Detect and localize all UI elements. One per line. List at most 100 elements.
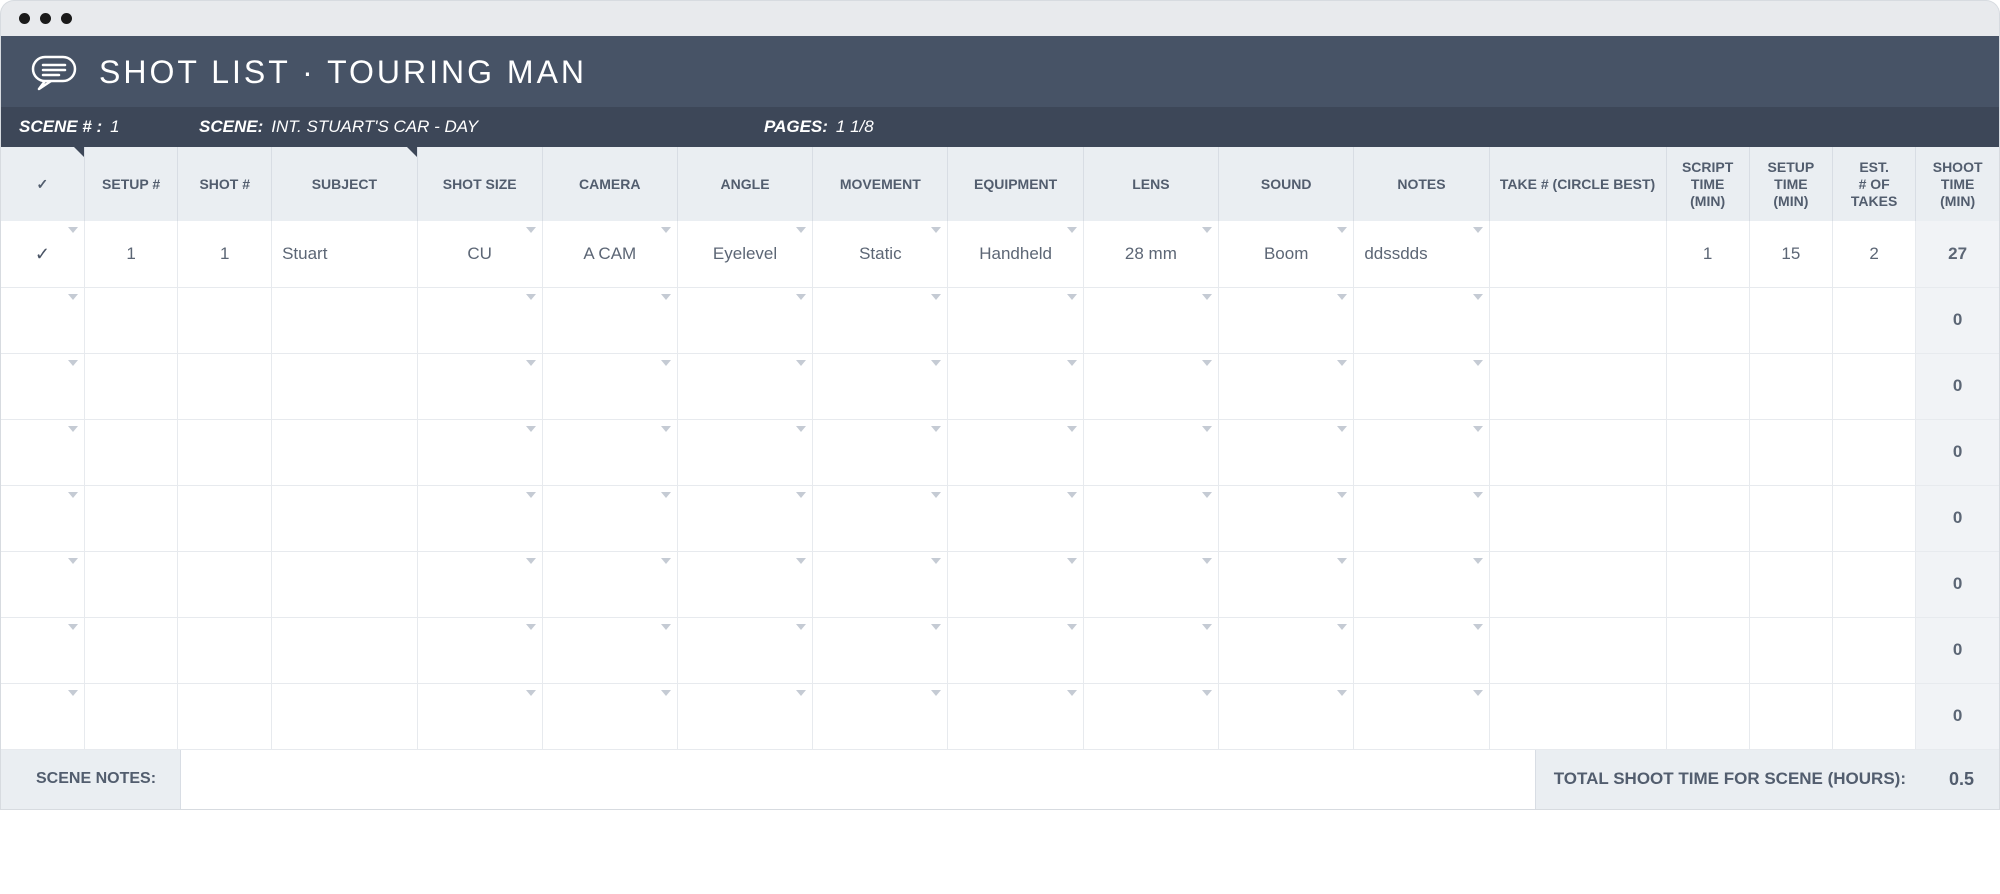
cell-movement[interactable] xyxy=(813,617,948,683)
cell-take[interactable] xyxy=(1489,551,1666,617)
dropdown-arrow-icon[interactable] xyxy=(1337,227,1347,233)
dropdown-arrow-icon[interactable] xyxy=(1337,360,1347,366)
cell-angle[interactable] xyxy=(677,551,812,617)
dropdown-arrow-icon[interactable] xyxy=(68,558,78,564)
cell-take[interactable] xyxy=(1489,221,1666,287)
dropdown-arrow-icon[interactable] xyxy=(931,426,941,432)
cell-subject[interactable]: Stuart xyxy=(272,221,418,287)
dropdown-arrow-icon[interactable] xyxy=(931,492,941,498)
cell-notes[interactable] xyxy=(1354,287,1489,353)
cell-est[interactable] xyxy=(1833,551,1916,617)
cell-notes[interactable] xyxy=(1354,353,1489,419)
cell-camera[interactable]: A CAM xyxy=(542,221,677,287)
cell-notes[interactable] xyxy=(1354,683,1489,749)
cell-take[interactable] xyxy=(1489,617,1666,683)
cell-camera[interactable] xyxy=(542,617,677,683)
cell-lens[interactable] xyxy=(1083,551,1218,617)
dropdown-arrow-icon[interactable] xyxy=(1202,690,1212,696)
cell-sound[interactable] xyxy=(1219,287,1354,353)
cell-script[interactable] xyxy=(1666,617,1749,683)
cell-script[interactable] xyxy=(1666,287,1749,353)
cell-movement[interactable] xyxy=(813,353,948,419)
cell-shot[interactable] xyxy=(178,683,272,749)
dropdown-arrow-icon[interactable] xyxy=(1473,690,1483,696)
dropdown-arrow-icon[interactable] xyxy=(68,227,78,233)
dropdown-arrow-icon[interactable] xyxy=(68,294,78,300)
cell-sound[interactable] xyxy=(1219,683,1354,749)
cell-size[interactable] xyxy=(417,683,542,749)
dropdown-arrow-icon[interactable] xyxy=(68,690,78,696)
dropdown-arrow-icon[interactable] xyxy=(796,426,806,432)
cell-equipment[interactable] xyxy=(948,551,1083,617)
cell-movement[interactable]: Static xyxy=(813,221,948,287)
dropdown-arrow-icon[interactable] xyxy=(931,294,941,300)
dropdown-arrow-icon[interactable] xyxy=(661,360,671,366)
dropdown-arrow-icon[interactable] xyxy=(796,294,806,300)
cell-check[interactable]: ✓ xyxy=(1,221,84,287)
cell-setup_time[interactable] xyxy=(1749,419,1832,485)
dropdown-arrow-icon[interactable] xyxy=(526,492,536,498)
cell-notes[interactable] xyxy=(1354,551,1489,617)
cell-take[interactable] xyxy=(1489,485,1666,551)
dropdown-arrow-icon[interactable] xyxy=(1202,426,1212,432)
cell-size[interactable] xyxy=(417,419,542,485)
dropdown-arrow-icon[interactable] xyxy=(526,426,536,432)
cell-equipment[interactable] xyxy=(948,353,1083,419)
cell-subject[interactable] xyxy=(272,485,418,551)
cell-equipment[interactable] xyxy=(948,683,1083,749)
dropdown-arrow-icon[interactable] xyxy=(796,360,806,366)
scene-value[interactable]: INT. STUART'S CAR - DAY xyxy=(271,117,478,137)
dropdown-arrow-icon[interactable] xyxy=(1337,690,1347,696)
cell-lens[interactable] xyxy=(1083,287,1218,353)
cell-equipment[interactable] xyxy=(948,419,1083,485)
scene-num-value[interactable]: 1 xyxy=(110,117,119,137)
window-dot[interactable] xyxy=(19,13,30,24)
dropdown-arrow-icon[interactable] xyxy=(526,558,536,564)
dropdown-arrow-icon[interactable] xyxy=(661,294,671,300)
cell-check[interactable] xyxy=(1,551,84,617)
dropdown-arrow-icon[interactable] xyxy=(1067,227,1077,233)
cell-take[interactable] xyxy=(1489,419,1666,485)
cell-equipment[interactable] xyxy=(948,485,1083,551)
cell-notes[interactable] xyxy=(1354,617,1489,683)
cell-script[interactable]: 1 xyxy=(1666,221,1749,287)
cell-subject[interactable] xyxy=(272,353,418,419)
dropdown-arrow-icon[interactable] xyxy=(661,426,671,432)
dropdown-arrow-icon[interactable] xyxy=(1067,624,1077,630)
dropdown-arrow-icon[interactable] xyxy=(661,492,671,498)
cell-setup[interactable] xyxy=(84,485,178,551)
dropdown-arrow-icon[interactable] xyxy=(931,624,941,630)
cell-shoot[interactable]: 0 xyxy=(1916,485,1999,551)
dropdown-arrow-icon[interactable] xyxy=(526,690,536,696)
dropdown-arrow-icon[interactable] xyxy=(931,360,941,366)
dropdown-arrow-icon[interactable] xyxy=(1473,558,1483,564)
window-dot[interactable] xyxy=(61,13,72,24)
cell-movement[interactable] xyxy=(813,551,948,617)
dropdown-arrow-icon[interactable] xyxy=(1473,492,1483,498)
dropdown-arrow-icon[interactable] xyxy=(661,558,671,564)
dropdown-arrow-icon[interactable] xyxy=(931,227,941,233)
cell-equipment[interactable] xyxy=(948,287,1083,353)
cell-movement[interactable] xyxy=(813,287,948,353)
dropdown-arrow-icon[interactable] xyxy=(1337,294,1347,300)
dropdown-arrow-icon[interactable] xyxy=(1473,227,1483,233)
cell-lens[interactable] xyxy=(1083,353,1218,419)
dropdown-arrow-icon[interactable] xyxy=(931,690,941,696)
cell-sound[interactable] xyxy=(1219,419,1354,485)
cell-sound[interactable] xyxy=(1219,551,1354,617)
dropdown-arrow-icon[interactable] xyxy=(526,624,536,630)
cell-shoot[interactable]: 0 xyxy=(1916,551,1999,617)
cell-size[interactable] xyxy=(417,287,542,353)
dropdown-arrow-icon[interactable] xyxy=(1473,624,1483,630)
pages-value[interactable]: 1 1/8 xyxy=(836,117,874,137)
cell-script[interactable] xyxy=(1666,683,1749,749)
scene-notes-input[interactable] xyxy=(180,750,1536,809)
cell-lens[interactable] xyxy=(1083,419,1218,485)
cell-check[interactable] xyxy=(1,419,84,485)
dropdown-arrow-icon[interactable] xyxy=(68,492,78,498)
cell-equipment[interactable] xyxy=(948,617,1083,683)
cell-movement[interactable] xyxy=(813,485,948,551)
cell-setup_time[interactable] xyxy=(1749,683,1832,749)
cell-lens[interactable] xyxy=(1083,683,1218,749)
cell-est[interactable] xyxy=(1833,287,1916,353)
